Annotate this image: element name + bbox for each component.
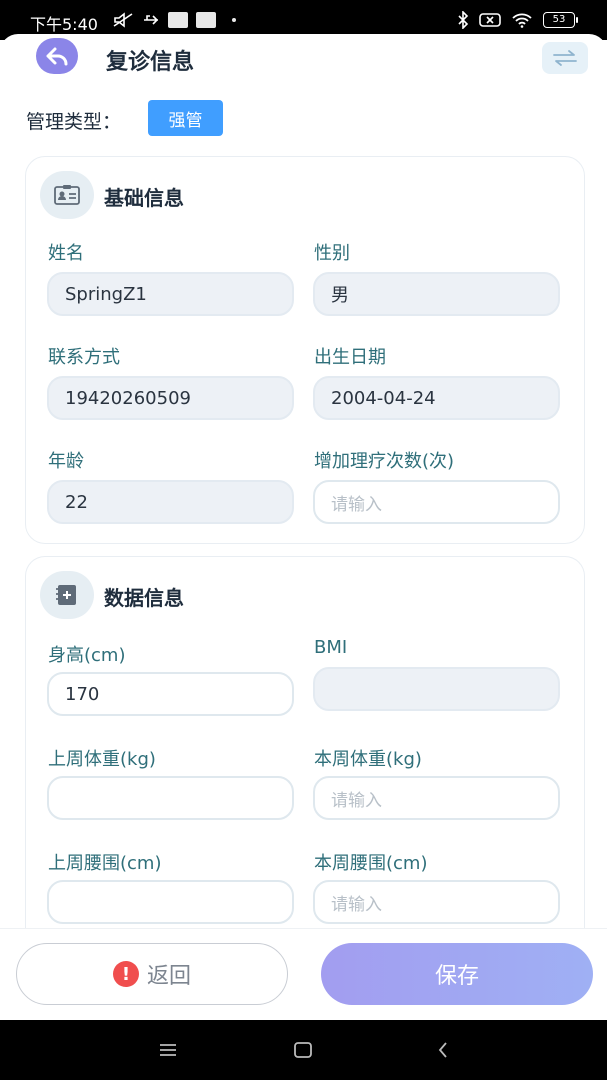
basic-info-icon-wrap	[40, 171, 94, 219]
notification-icon-2	[196, 12, 216, 28]
bmi-field[interactable]	[313, 667, 560, 711]
therapy-count-label: 增加理疗次数(次)	[314, 451, 455, 472]
mute-icon	[113, 12, 133, 28]
data-info-icon-wrap	[40, 571, 94, 619]
contact-field[interactable]: 19420260509	[47, 376, 294, 420]
back-nav-button[interactable]	[431, 1038, 455, 1062]
wifi-icon	[512, 13, 532, 28]
basic-info-title: 基础信息	[104, 186, 184, 210]
save-button-label: 保存	[434, 964, 479, 989]
app-screen: 复诊信息 管理类型： 强管 基础信息 姓名 SpringZ1 性别 男 联系方式…	[0, 34, 607, 1077]
data-info-title: 数据信息	[104, 586, 184, 610]
add-record-icon	[56, 585, 76, 605]
name-field[interactable]: SpringZ1	[47, 272, 294, 316]
chevron-left-icon	[438, 1042, 447, 1058]
back-button[interactable]	[36, 38, 78, 74]
last-week-waist-input[interactable]	[47, 880, 294, 924]
age-field[interactable]: 22	[47, 480, 294, 524]
last-week-waist-label: 上周腰围(cm)	[48, 853, 162, 874]
name-label: 姓名	[48, 243, 84, 264]
birthdate-field[interactable]: 2004-04-24	[313, 376, 560, 420]
switch-button[interactable]	[542, 42, 588, 74]
bottom-action-bar: ! 返回 保存	[0, 928, 607, 1021]
gender-field[interactable]: 男	[313, 272, 560, 316]
system-nav-bar	[0, 1020, 607, 1080]
no-sim-icon	[479, 13, 501, 27]
id-card-icon	[54, 185, 80, 205]
last-week-weight-input[interactable]	[47, 776, 294, 820]
status-right-icons: 53	[457, 11, 578, 29]
height-input[interactable]: 170	[47, 672, 294, 716]
exclamation-icon: !	[112, 961, 139, 987]
last-week-weight-label: 上周体重(kg)	[48, 749, 156, 770]
height-label: 身高(cm)	[48, 645, 126, 666]
bmi-label: BMI	[314, 637, 348, 658]
save-button[interactable]: 保存	[321, 943, 593, 1005]
notification-icon	[168, 12, 188, 28]
swap-arrows-icon	[553, 50, 577, 66]
birthdate-label: 出生日期	[314, 347, 386, 368]
arrow-back-icon	[46, 47, 68, 66]
menu-icon	[160, 1044, 176, 1056]
battery-icon: 53	[543, 12, 578, 28]
more-notifications-icon	[232, 18, 236, 22]
age-label: 年龄	[48, 451, 84, 472]
usb-icon	[144, 15, 159, 25]
menu-nav-button[interactable]	[156, 1038, 180, 1062]
gender-label: 性别	[314, 243, 350, 264]
therapy-count-input[interactable]: 请输入	[313, 480, 560, 524]
basic-info-card: 基础信息 姓名 SpringZ1 性别 男 联系方式 19420260509 出…	[25, 156, 585, 544]
contact-label: 联系方式	[48, 347, 120, 368]
this-week-waist-input[interactable]: 请输入	[313, 880, 560, 924]
bluetooth-icon	[458, 11, 469, 29]
return-button-label: 返回	[146, 964, 191, 989]
home-square-icon	[294, 1042, 312, 1058]
management-type-label: 管理类型：	[26, 111, 122, 133]
this-week-waist-label: 本周腰围(cm)	[314, 853, 428, 874]
home-nav-button[interactable]	[291, 1038, 315, 1062]
this-week-weight-input[interactable]: 请输入	[313, 776, 560, 820]
page-title: 复诊信息	[106, 50, 195, 75]
this-week-weight-label: 本周体重(kg)	[314, 749, 422, 770]
status-left-icons	[112, 12, 236, 28]
management-type-tag[interactable]: 强管	[148, 100, 223, 136]
status-time: 下午5:40	[30, 15, 98, 34]
return-button[interactable]: ! 返回	[16, 943, 288, 1005]
